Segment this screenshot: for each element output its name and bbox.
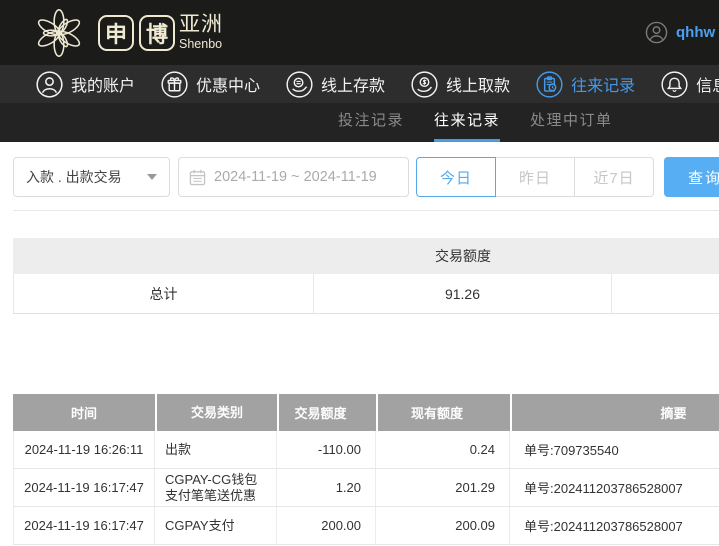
bell-icon (661, 70, 688, 98)
cell-amount: 200.00 (277, 507, 376, 544)
cell-time: 2024-11-19 16:26:11 (13, 431, 155, 468)
date-range-input[interactable]: 2024-11-19 ~ 2024-11-19 (178, 157, 409, 197)
user-icon (36, 70, 63, 98)
caret-down-icon (147, 174, 157, 180)
nav-label: 信息 (696, 78, 719, 95)
summary-header-row: 交易额度 (13, 238, 719, 274)
table-header-row: 时间 交易类别 交易额度 现有额度 摘要 (13, 394, 719, 431)
withdraw-hand-money-icon (411, 70, 438, 98)
nav-item-messages[interactable]: 信息 (661, 70, 719, 98)
calendar-icon (189, 169, 206, 185)
tab-transaction-records[interactable]: 往来记录 (434, 103, 501, 142)
top-header: 申 博 亚洲 Shenbo qhhw (0, 0, 719, 65)
query-button[interactable]: 查询 (664, 157, 719, 197)
transaction-type-select[interactable]: 入款 . 出款交易 (13, 157, 170, 197)
nav-label: 往来记录 (571, 78, 636, 95)
col-header-type: 交易类别 (155, 394, 277, 431)
filter-divider (13, 210, 719, 211)
table-row: 2024-11-19 16:26:11 出款 -110.00 0.24 单号:7… (13, 431, 719, 469)
cell-time: 2024-11-19 16:17:47 (13, 469, 155, 506)
tab-betting-records[interactable]: 投注记录 (338, 103, 404, 142)
cell-summary: 单号:202411203786528007 (510, 507, 719, 544)
nav-label: 线上取款 (446, 78, 511, 95)
table-row: 2024-11-19 16:17:47 CGPAY支付 200.00 200.0… (13, 507, 719, 545)
cell-balance: 0.24 (376, 431, 510, 468)
cell-summary: 单号:709735540 (510, 431, 719, 468)
logo-box-shen: 申 (98, 14, 134, 51)
summary-total-label: 总计 (13, 274, 314, 313)
transaction-type-value: 入款 . 出款交易 (26, 169, 122, 185)
nav-item-transaction-records[interactable]: 往来记录 (536, 70, 636, 98)
date-range-value: 2024-11-19 ~ 2024-11-19 (214, 169, 377, 185)
cell-summary: 单号:202411203786528007 (510, 469, 719, 506)
summary-header-amount: 交易额度 (435, 248, 491, 264)
lotus-flower-icon (37, 8, 81, 57)
cell-amount: 1.20 (277, 469, 376, 506)
gift-icon (161, 70, 188, 98)
logo-region-text: 亚洲 (179, 13, 223, 37)
nav-label: 线上存款 (321, 78, 386, 95)
logo-region: 亚洲 Shenbo (179, 14, 223, 51)
records-clipboard-icon (536, 70, 563, 98)
user-account-area[interactable]: qhhw (645, 0, 715, 65)
col-header-balance: 现有额度 (376, 394, 510, 431)
nav-item-my-account[interactable]: 我的账户 (36, 70, 136, 98)
logo-box-bo: 博 (139, 14, 175, 51)
cell-amount: -110.00 (277, 431, 376, 468)
main-navbar: 我的账户 优惠中心 线上存款 线上取款 往来记录 信 (0, 65, 719, 103)
nav-item-promotions[interactable]: 优惠中心 (161, 70, 261, 98)
cell-balance: 200.09 (376, 507, 510, 544)
yesterday-button[interactable]: 昨日 (495, 157, 575, 197)
cell-type: 出款 (155, 431, 277, 468)
nav-label: 我的账户 (71, 78, 136, 95)
cell-time: 2024-11-19 16:17:47 (13, 507, 155, 544)
avatar-icon (645, 21, 668, 44)
deposit-hand-coin-icon (286, 70, 313, 98)
col-header-amount: 交易额度 (277, 394, 376, 431)
last7days-button[interactable]: 近7日 (574, 157, 654, 197)
table-row: 2024-11-19 16:17:47 CGPAY-CG钱包支付笔笔送优惠 1.… (13, 469, 719, 507)
summary-total-value: 91.26 (314, 274, 612, 313)
cell-type: CGPAY-CG钱包支付笔笔送优惠 (155, 469, 277, 506)
logo-subtitle: Shenbo (179, 37, 223, 52)
username-text[interactable]: qhhw (676, 24, 715, 41)
tab-processing-orders[interactable]: 处理中订单 (530, 103, 613, 142)
quick-date-button-group: 今日 昨日 近7日 (416, 157, 654, 197)
cell-balance: 201.29 (376, 469, 510, 506)
logo-character-boxes: 申 博 (98, 14, 175, 51)
nav-item-deposit[interactable]: 线上存款 (286, 70, 386, 98)
brand-logo[interactable]: 申 博 亚洲 Shenbo (30, 2, 223, 63)
nav-label: 优惠中心 (196, 78, 261, 95)
summary-table: 交易额度 总计 91.26 (13, 238, 719, 314)
filter-bar: 入款 . 出款交易 2024-11-19 ~ 2024-11-19 今日 昨日 … (0, 142, 719, 211)
records-subnav: 投注记录 往来记录 处理中订单 (0, 103, 719, 142)
today-button[interactable]: 今日 (416, 157, 496, 197)
transactions-table: 时间 交易类别 交易额度 现有额度 摘要 2024-11-19 16:26:11… (13, 394, 719, 545)
summary-total-row: 总计 91.26 (13, 274, 719, 314)
cell-type: CGPAY支付 (155, 507, 277, 544)
nav-item-withdraw[interactable]: 线上取款 (411, 70, 511, 98)
col-header-summary: 摘要 (510, 394, 719, 431)
col-header-time: 时间 (70, 406, 97, 421)
